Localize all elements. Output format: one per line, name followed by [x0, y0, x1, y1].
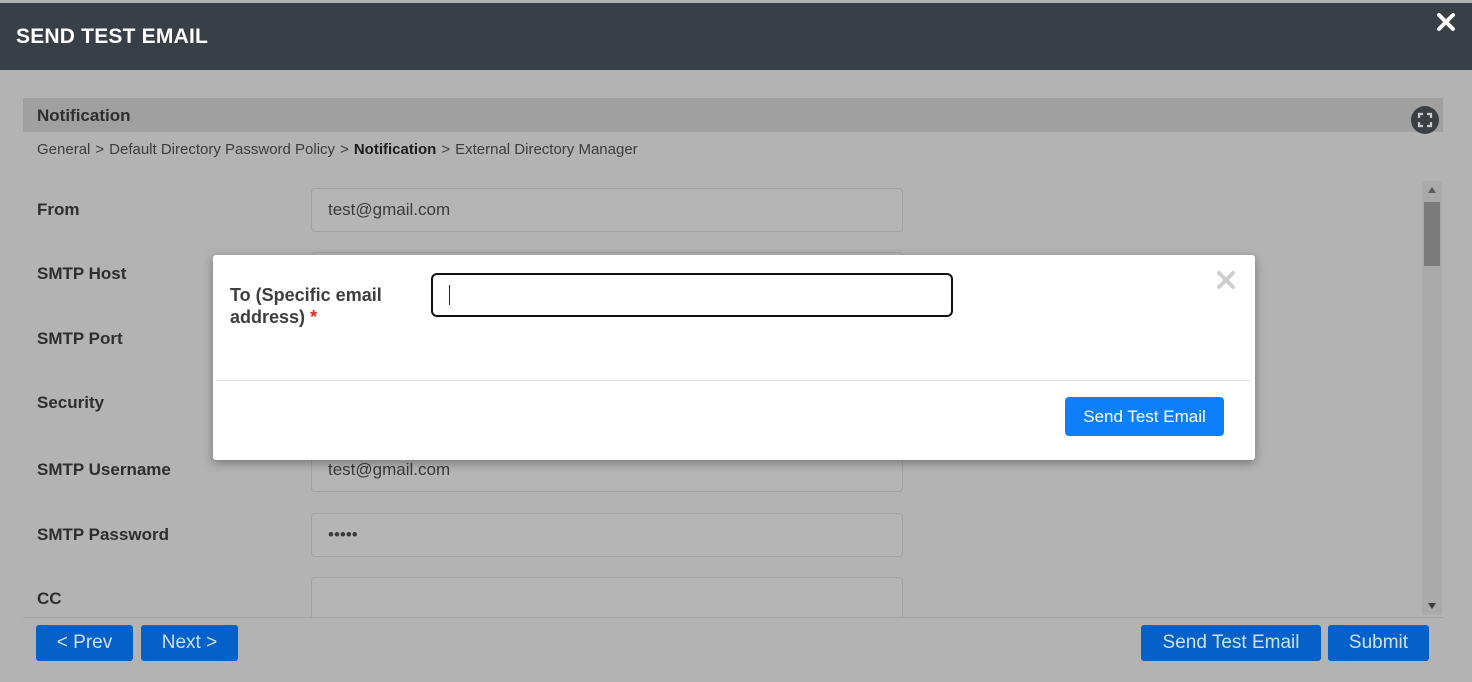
breadcrumb-item-directory-manager[interactable]: External Directory Manager: [455, 141, 638, 158]
smtp-host-label: SMTP Host: [37, 264, 127, 283]
window-title: SEND TEST EMAIL: [16, 25, 209, 48]
expand-button[interactable]: [1411, 106, 1439, 134]
smtp-port-label: SMTP Port: [37, 329, 123, 348]
form-row-smtp-password: SMTP Password •••••: [0, 513, 1420, 557]
window-header: SEND TEST EMAIL: [0, 3, 1472, 70]
to-email-input[interactable]: [431, 273, 953, 317]
section-header: Notification: [23, 98, 1443, 134]
breadcrumb-separator: >: [340, 141, 349, 158]
dialog-close-button[interactable]: [1214, 268, 1238, 292]
to-email-label: To (Specific email address) *: [230, 284, 410, 328]
breadcrumb: General > Default Directory Password Pol…: [37, 141, 638, 158]
prev-button[interactable]: < Prev: [36, 625, 133, 661]
arrow-down-icon: [1428, 603, 1436, 609]
dialog-divider: [216, 380, 1251, 381]
from-label: From: [37, 200, 80, 219]
cc-label: CC: [37, 589, 62, 608]
form-row-cc: CC: [0, 577, 1420, 617]
scroll-down-button[interactable]: [1422, 597, 1442, 615]
close-icon: [1437, 13, 1455, 31]
breadcrumb-separator: >: [441, 141, 451, 158]
scroll-thumb[interactable]: [1424, 202, 1440, 266]
fullscreen-icon: [1417, 112, 1433, 128]
scroll-up-button[interactable]: [1422, 181, 1442, 199]
send-test-email-dialog: To (Specific email address) * Send Test …: [213, 255, 1255, 460]
from-input[interactable]: test@gmail.com: [311, 188, 903, 232]
section-title: Notification: [37, 106, 131, 125]
smtp-password-input[interactable]: •••••: [311, 513, 903, 557]
form-scrollbar[interactable]: [1422, 181, 1442, 615]
to-email-label-text: To (Specific email address): [230, 285, 382, 327]
breadcrumb-separator: >: [95, 141, 105, 158]
form-row-from: From test@gmail.com: [0, 188, 1420, 232]
close-icon: [1217, 271, 1235, 289]
smtp-username-label: SMTP Username: [37, 460, 171, 479]
dialog-send-test-email-button[interactable]: Send Test Email: [1065, 397, 1224, 436]
window-close-button[interactable]: [1434, 9, 1458, 35]
breadcrumb-item-password-policy[interactable]: Default Directory Password Policy: [109, 141, 335, 158]
smtp-password-label: SMTP Password: [37, 525, 169, 544]
text-caret: [449, 285, 450, 305]
cc-input[interactable]: [311, 577, 903, 617]
arrow-up-icon: [1428, 187, 1436, 193]
submit-button[interactable]: Submit: [1328, 625, 1429, 661]
breadcrumb-item-general[interactable]: General: [37, 141, 90, 158]
security-label: Security: [37, 393, 105, 412]
next-button[interactable]: Next >: [141, 625, 238, 661]
required-mark: *: [310, 307, 318, 327]
breadcrumb-item-notification: Notification: [353, 141, 437, 158]
footer-divider: [23, 617, 1443, 618]
send-test-email-button[interactable]: Send Test Email: [1141, 625, 1321, 661]
